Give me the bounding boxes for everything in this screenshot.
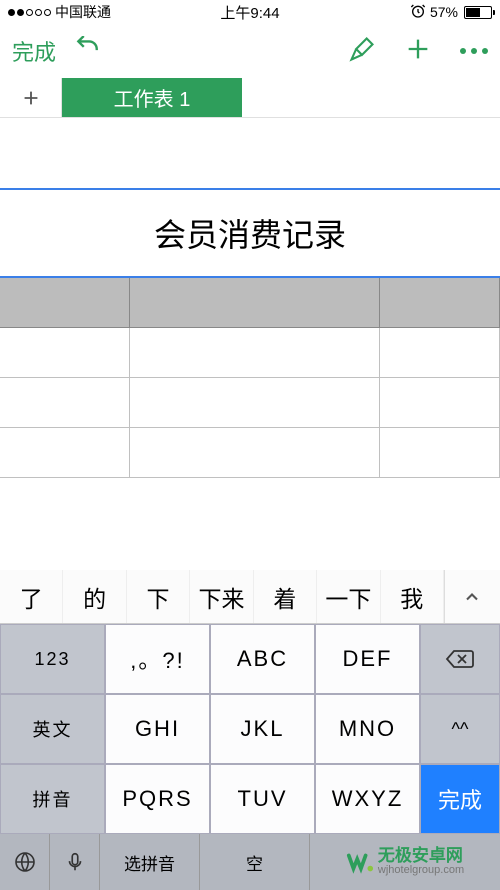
candidate[interactable]: 我 <box>381 570 444 623</box>
candidate[interactable]: 下 <box>127 570 190 623</box>
key-jkl[interactable]: JKL <box>210 694 315 764</box>
cell[interactable] <box>0 428 130 477</box>
battery-percent: 57% <box>430 4 458 20</box>
header-cell[interactable] <box>0 278 130 327</box>
backspace-key[interactable] <box>420 624 500 694</box>
new-sheet-button[interactable] <box>0 78 62 117</box>
candidate[interactable]: 下来 <box>190 570 253 623</box>
cell[interactable] <box>380 328 500 377</box>
table-row <box>0 378 500 428</box>
space-key[interactable]: 空 <box>200 834 310 890</box>
watermark: 无极安卓网 wjhotelgroup.com <box>310 834 500 890</box>
keyboard-done-key[interactable]: 完成 <box>420 764 500 834</box>
cell[interactable] <box>130 378 380 427</box>
undo-button[interactable] <box>74 36 100 67</box>
cell[interactable] <box>0 378 130 427</box>
status-left: 中国联通 <box>8 2 169 22</box>
cell[interactable] <box>130 428 380 477</box>
more-button[interactable] <box>460 48 488 54</box>
blank-row <box>0 118 500 188</box>
key-wxyz[interactable]: WXYZ <box>315 764 420 834</box>
title-merged-cell[interactable]: 会员消费记录 <box>0 188 500 278</box>
done-button[interactable]: 完成 <box>12 35 56 67</box>
expand-candidates-button[interactable] <box>444 570 500 623</box>
sheet-tab-1[interactable]: 工作表 1 <box>62 78 242 117</box>
keyboard-side: ^^ 完成 <box>420 624 500 834</box>
select-pinyin-key[interactable]: 选拼音 <box>100 834 200 890</box>
key-mno[interactable]: MNO <box>315 694 420 764</box>
reinput-key[interactable]: ^^ <box>420 694 500 764</box>
brush-button[interactable] <box>348 35 376 68</box>
key-pqrs[interactable]: PQRS <box>105 764 210 834</box>
app-toolbar: 完成 <box>0 24 500 78</box>
cell[interactable] <box>130 328 380 377</box>
title-text: 会员消费记录 <box>154 210 346 256</box>
cell[interactable] <box>380 378 500 427</box>
globe-key[interactable] <box>0 834 50 890</box>
spreadsheet-area[interactable]: 会员消费记录 <box>0 118 500 478</box>
keyboard-main: 123 ,。?! ABC DEF 英文 GHI JKL MNO 拼音 PQRS … <box>0 624 420 834</box>
candidate-bar: 了 的 下 下来 着 一下 我 <box>0 570 500 624</box>
keyboard: 了 的 下 下来 着 一下 我 123 ,。?! ABC DEF 英文 GHI … <box>0 535 500 890</box>
watermark-url: wjhotelgroup.com <box>378 864 464 877</box>
keyboard-input-bar[interactable] <box>0 536 500 570</box>
clock-label: 上午9:44 <box>169 2 330 23</box>
mic-key[interactable] <box>50 834 100 890</box>
header-row <box>0 278 500 328</box>
watermark-logo-icon <box>346 848 374 876</box>
key-pinyin[interactable]: 拼音 <box>0 764 105 834</box>
cell[interactable] <box>0 328 130 377</box>
battery-icon <box>464 6 492 19</box>
sheet-tab-bar: 工作表 1 <box>0 78 500 118</box>
watermark-name: 无极安卓网 <box>378 847 464 864</box>
key-def[interactable]: DEF <box>315 624 420 694</box>
status-bar: 中国联通 上午9:44 57% <box>0 0 500 24</box>
key-punct[interactable]: ,。?! <box>105 624 210 694</box>
candidate[interactable]: 了 <box>0 570 63 623</box>
key-english[interactable]: 英文 <box>0 694 105 764</box>
key-tuv[interactable]: TUV <box>210 764 315 834</box>
candidate[interactable]: 着 <box>254 570 317 623</box>
key-ghi[interactable]: GHI <box>105 694 210 764</box>
header-cell[interactable] <box>380 278 500 327</box>
carrier-label: 中国联通 <box>55 2 111 22</box>
status-right: 57% <box>331 3 492 22</box>
key-abc[interactable]: ABC <box>210 624 315 694</box>
cell[interactable] <box>380 428 500 477</box>
candidate[interactable]: 的 <box>63 570 126 623</box>
table-row <box>0 328 500 378</box>
alarm-icon <box>410 3 426 22</box>
signal-strength-icon <box>8 9 51 16</box>
keyboard-bottom-row: 选拼音 空 无极安卓网 wjhotelgroup.com <box>0 834 500 890</box>
header-cell[interactable] <box>130 278 380 327</box>
keyboard-body: 123 ,。?! ABC DEF 英文 GHI JKL MNO 拼音 PQRS … <box>0 624 500 834</box>
add-button[interactable] <box>404 35 432 68</box>
candidate[interactable]: 一下 <box>317 570 380 623</box>
table-row <box>0 428 500 478</box>
key-123[interactable]: 123 <box>0 624 105 694</box>
